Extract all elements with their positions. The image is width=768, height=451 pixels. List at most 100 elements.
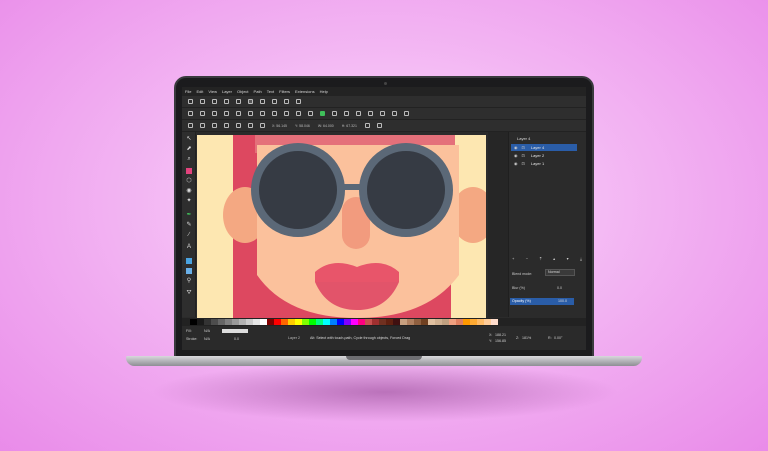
palette-swatch[interactable] bbox=[267, 319, 274, 325]
print-icon[interactable] bbox=[224, 111, 229, 116]
pencil-tool-icon[interactable]: ✎ bbox=[186, 222, 192, 228]
palette-swatch[interactable] bbox=[435, 319, 442, 325]
outline-icon[interactable] bbox=[272, 99, 277, 104]
lock-toggle-icon[interactable]: ⊡ bbox=[522, 153, 525, 158]
xml-editor-icon[interactable] bbox=[380, 111, 385, 116]
palette-swatch[interactable] bbox=[484, 319, 491, 325]
blend-mode-select[interactable]: Normal bbox=[545, 269, 575, 276]
fill-stroke-icon[interactable] bbox=[356, 111, 361, 116]
pointer-mode-icon[interactable] bbox=[248, 99, 253, 104]
node-edit-icon[interactable] bbox=[320, 111, 325, 116]
paste-icon[interactable] bbox=[296, 111, 301, 116]
layer-row-2[interactable]: ◉ ⊡ Layer 2 bbox=[511, 152, 577, 159]
pen-tool-icon[interactable]: ✒ bbox=[186, 212, 192, 218]
save-icon[interactable] bbox=[212, 111, 217, 116]
visibility-eye-icon[interactable]: ◉ bbox=[514, 161, 518, 166]
dropper-tool-icon[interactable]: ⚲ bbox=[186, 278, 192, 284]
palette-swatch[interactable] bbox=[190, 319, 197, 325]
menu-object[interactable]: Object bbox=[237, 89, 249, 94]
text-font-icon[interactable] bbox=[368, 111, 373, 116]
palette-swatch[interactable] bbox=[330, 319, 337, 325]
menu-view[interactable]: View bbox=[208, 89, 217, 94]
palette-swatch[interactable] bbox=[456, 319, 463, 325]
gradient-tool-icon[interactable] bbox=[186, 258, 192, 264]
palette-swatch[interactable] bbox=[288, 319, 295, 325]
undo-icon[interactable] bbox=[260, 111, 265, 116]
export-icon[interactable] bbox=[248, 111, 253, 116]
paint-bucket-tool-icon[interactable]: ⛛ bbox=[186, 290, 192, 296]
deselect-icon[interactable] bbox=[212, 123, 217, 128]
contrast-icon[interactable] bbox=[200, 99, 205, 104]
palette-swatch[interactable] bbox=[358, 319, 365, 325]
lower-icon[interactable]: ▾ bbox=[567, 256, 569, 262]
blur-value[interactable]: 0.0 bbox=[557, 286, 562, 290]
y-field[interactable]: Y: 58.046 bbox=[295, 124, 310, 128]
zoom-tool-icon[interactable]: ⌕ bbox=[186, 156, 192, 162]
palette-swatch[interactable] bbox=[477, 319, 484, 325]
flip-v-icon[interactable] bbox=[260, 123, 265, 128]
palette-swatch[interactable] bbox=[232, 319, 239, 325]
import-icon[interactable] bbox=[236, 111, 241, 116]
menu-edit[interactable]: Edit bbox=[196, 89, 203, 94]
ungroup-icon[interactable] bbox=[344, 111, 349, 116]
3d-box-tool-icon[interactable]: ⬡ bbox=[186, 178, 192, 184]
palette-swatch[interactable] bbox=[239, 319, 246, 325]
palette-swatch[interactable] bbox=[246, 319, 253, 325]
raise-top-icon[interactable]: ⤒ bbox=[540, 256, 542, 262]
palette-swatch[interactable] bbox=[351, 319, 358, 325]
visibility-eye-icon[interactable]: ◉ bbox=[514, 145, 518, 150]
group-icon[interactable] bbox=[332, 111, 337, 116]
layer-row-4[interactable]: ◉ ⊡ Layer 4 bbox=[511, 144, 577, 151]
zoom-in-icon[interactable] bbox=[308, 111, 313, 116]
open-icon[interactable] bbox=[200, 111, 205, 116]
palette-swatch[interactable] bbox=[470, 319, 477, 325]
palette-swatch[interactable] bbox=[295, 319, 302, 325]
palette-swatch[interactable] bbox=[337, 319, 344, 325]
palette-swatch[interactable] bbox=[421, 319, 428, 325]
filter-icon[interactable] bbox=[296, 99, 301, 104]
select-all-icon[interactable] bbox=[188, 123, 193, 128]
selector-tool-icon[interactable]: ↖ bbox=[186, 136, 192, 142]
visibility-eye-icon[interactable]: ◉ bbox=[514, 153, 518, 158]
menu-layer[interactable]: Layer bbox=[222, 89, 232, 94]
palette-swatch[interactable] bbox=[400, 319, 407, 325]
menu-file[interactable]: File bbox=[185, 89, 191, 94]
copy-icon[interactable] bbox=[284, 111, 289, 116]
palette-swatch[interactable] bbox=[274, 319, 281, 325]
display-icon[interactable] bbox=[260, 99, 265, 104]
mesh-tool-icon[interactable] bbox=[186, 268, 192, 274]
palette-swatch[interactable] bbox=[491, 319, 498, 325]
add-layer-icon[interactable]: + bbox=[512, 256, 514, 262]
rotate-cw-icon[interactable] bbox=[236, 123, 241, 128]
palette-swatch[interactable] bbox=[386, 319, 393, 325]
guide-icon[interactable] bbox=[224, 99, 229, 104]
palette-swatch[interactable] bbox=[407, 319, 414, 325]
menu-help[interactable]: Help bbox=[320, 89, 328, 94]
raise-icon[interactable]: ▴ bbox=[553, 256, 555, 262]
flip-h-icon[interactable] bbox=[248, 123, 253, 128]
w-field[interactable]: W: 64.000 bbox=[318, 124, 334, 128]
palette-swatch[interactable] bbox=[442, 319, 449, 325]
stroke-width[interactable]: 0.0 bbox=[234, 337, 239, 341]
fill-swatch[interactable] bbox=[222, 329, 248, 333]
lower-bottom-icon[interactable]: ⤓ bbox=[580, 256, 582, 262]
palette-swatch[interactable] bbox=[449, 319, 456, 325]
palette-swatch[interactable] bbox=[316, 319, 323, 325]
text-tool-icon[interactable]: A bbox=[186, 244, 192, 250]
palette-swatch[interactable] bbox=[309, 319, 316, 325]
calligraphy-tool-icon[interactable]: ∕ bbox=[186, 232, 192, 238]
x-field[interactable]: X: 56.145 bbox=[272, 124, 287, 128]
layer-row-1[interactable]: ◉ ⊡ Layer 1 bbox=[511, 160, 577, 167]
snap-icon[interactable] bbox=[236, 99, 241, 104]
palette-swatch[interactable] bbox=[344, 319, 351, 325]
palette-swatch[interactable] bbox=[253, 319, 260, 325]
palette-swatch[interactable] bbox=[281, 319, 288, 325]
align-icon[interactable] bbox=[392, 111, 397, 116]
node-tool-icon[interactable]: ⬈ bbox=[186, 146, 192, 152]
menu-path[interactable]: Path bbox=[254, 89, 262, 94]
opacity-value[interactable]: 100.0 bbox=[558, 299, 567, 303]
palette-swatch[interactable] bbox=[428, 319, 435, 325]
palette-swatch[interactable] bbox=[393, 319, 400, 325]
remove-layer-icon[interactable]: − bbox=[526, 256, 528, 262]
preferences-icon[interactable] bbox=[404, 111, 409, 116]
